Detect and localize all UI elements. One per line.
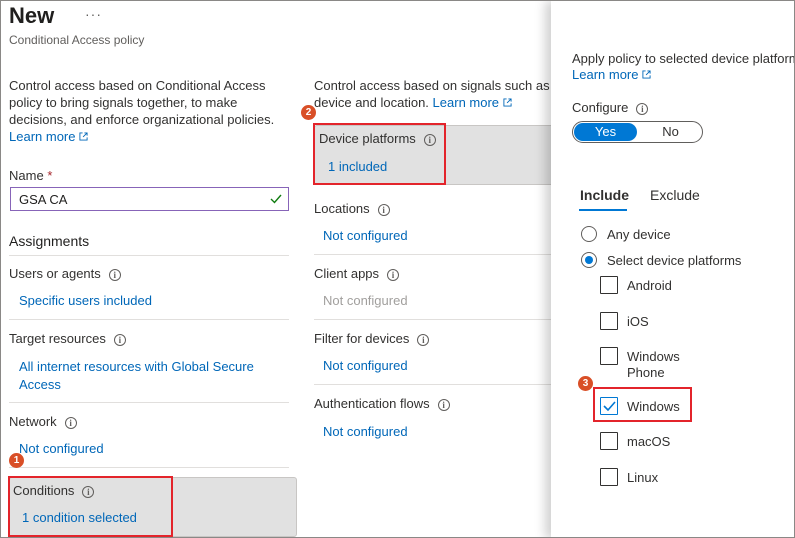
checkbox-windows-phone-label-line2: Phone bbox=[627, 365, 665, 380]
active-tab-indicator bbox=[579, 209, 627, 211]
filter-devices-label: Filter for devices i bbox=[314, 331, 430, 346]
left-description-text: Control access based on Conditional Acce… bbox=[9, 78, 275, 127]
info-icon[interactable]: i bbox=[387, 269, 400, 281]
configure-toggle[interactable]: Yes No bbox=[572, 121, 703, 143]
client-apps-label: Client apps i bbox=[314, 266, 400, 281]
users-value-link[interactable]: Specific users included bbox=[19, 293, 152, 308]
network-label-text: Network bbox=[9, 414, 57, 429]
radio-select-device-platforms-label: Select device platforms bbox=[607, 253, 742, 268]
policy-name-value: GSA CA bbox=[19, 192, 68, 207]
external-link-icon bbox=[642, 70, 652, 79]
middle-description-line2-wrap: device and location. Learn more bbox=[314, 94, 554, 111]
toggle-no-option[interactable]: No bbox=[639, 123, 702, 141]
client-apps-value: Not configured bbox=[323, 293, 408, 308]
valid-check-icon bbox=[270, 194, 282, 204]
checkbox-windows-phone[interactable] bbox=[600, 347, 618, 365]
policy-name-input[interactable]: GSA CA bbox=[10, 187, 289, 211]
configure-label-text: Configure bbox=[572, 100, 629, 115]
divider bbox=[9, 467, 289, 468]
name-label-text: Name bbox=[9, 168, 44, 183]
users-label-text: Users or agents bbox=[9, 266, 101, 281]
required-mark: * bbox=[47, 168, 53, 183]
auth-flows-label: Authentication flows i bbox=[314, 396, 450, 411]
checkbox-macos-label: macOS bbox=[627, 434, 671, 449]
checkbox-ios-label: iOS bbox=[627, 314, 649, 329]
middle-learn-more-link[interactable]: Learn more bbox=[433, 95, 512, 110]
radio-any-device-label: Any device bbox=[607, 227, 671, 242]
page-frame: New ··· Conditional Access policy Contro… bbox=[0, 0, 795, 538]
target-resources-label: Target resources i bbox=[9, 331, 126, 346]
step-badge-3: 3 bbox=[578, 376, 593, 391]
left-learn-more-link[interactable]: Learn more bbox=[9, 129, 89, 144]
step-badge-1: 1 bbox=[9, 453, 24, 468]
checkbox-android[interactable] bbox=[600, 276, 618, 294]
page-title: New bbox=[9, 3, 55, 28]
toggle-yes-option[interactable]: Yes bbox=[574, 123, 637, 141]
filter-devices-label-text: Filter for devices bbox=[314, 331, 410, 346]
info-icon[interactable]: i bbox=[437, 399, 450, 411]
target-resources-value-link[interactable]: All internet resources with Global Secur… bbox=[19, 358, 279, 394]
auth-flows-label-text: Authentication flows bbox=[314, 396, 430, 411]
checkbox-windows-phone-label-line1: Windows bbox=[627, 349, 680, 364]
checkbox-linux[interactable] bbox=[600, 468, 618, 486]
external-link-icon bbox=[503, 98, 512, 107]
auth-flows-value-link[interactable]: Not configured bbox=[323, 424, 408, 439]
checkbox-macos[interactable] bbox=[600, 432, 618, 450]
locations-value-link[interactable]: Not configured bbox=[323, 228, 408, 243]
network-value-link[interactable]: Not configured bbox=[19, 441, 104, 456]
divider bbox=[314, 384, 554, 385]
client-apps-label-text: Client apps bbox=[314, 266, 380, 281]
divider bbox=[9, 402, 289, 403]
middle-description-line1: Control access based on signals such as … bbox=[314, 78, 561, 93]
external-link-icon bbox=[79, 132, 89, 141]
middle-learn-more-label: Learn more bbox=[432, 95, 500, 110]
divider bbox=[9, 319, 289, 320]
target-resources-label-text: Target resources bbox=[9, 331, 106, 346]
highlight-box-device-platforms bbox=[313, 123, 446, 185]
info-icon[interactable]: i bbox=[113, 334, 126, 346]
middle-description-line2: device and location. bbox=[314, 95, 429, 110]
assignments-heading: Assignments bbox=[9, 233, 90, 249]
info-icon[interactable]: i bbox=[377, 204, 390, 216]
left-learn-more-label: Learn more bbox=[9, 129, 76, 144]
checkbox-linux-label: Linux bbox=[627, 470, 659, 485]
name-label: Name * bbox=[9, 168, 52, 183]
divider bbox=[314, 319, 554, 320]
filter-devices-value-link[interactable]: Not configured bbox=[323, 358, 408, 373]
info-icon[interactable]: i bbox=[636, 103, 649, 115]
checkbox-windows-phone-label: Windows Phone bbox=[627, 349, 680, 381]
page-subtitle: Conditional Access policy bbox=[9, 33, 145, 47]
info-icon[interactable]: i bbox=[64, 417, 77, 429]
tab-exclude[interactable]: Exclude bbox=[650, 187, 700, 203]
radio-select-device-platforms[interactable] bbox=[581, 252, 597, 268]
configure-label: Configure i bbox=[572, 100, 649, 115]
panel-learn-more-label: Learn more bbox=[572, 67, 639, 82]
step-badge-2: 2 bbox=[301, 105, 316, 120]
divider bbox=[9, 255, 289, 256]
checkbox-android-label: Android bbox=[627, 278, 672, 293]
panel-learn-more-link[interactable]: Learn more bbox=[572, 67, 652, 82]
left-description: Control access based on Conditional Acce… bbox=[9, 77, 284, 145]
highlight-box-conditions bbox=[8, 476, 173, 537]
panel-description: Apply policy to selected device platform bbox=[572, 51, 794, 66]
divider bbox=[314, 254, 554, 255]
radio-any-device[interactable] bbox=[581, 226, 597, 242]
network-label: Network i bbox=[9, 414, 77, 429]
highlight-box-windows bbox=[593, 387, 692, 422]
locations-label: Locations i bbox=[314, 201, 390, 216]
tab-include[interactable]: Include bbox=[580, 187, 629, 203]
info-icon[interactable]: i bbox=[108, 269, 121, 281]
info-icon[interactable]: i bbox=[417, 334, 430, 346]
checkbox-ios[interactable] bbox=[600, 312, 618, 330]
users-label: Users or agents i bbox=[9, 266, 121, 281]
locations-label-text: Locations bbox=[314, 201, 370, 216]
middle-description: Control access based on signals such as … bbox=[314, 77, 561, 111]
more-options-icon[interactable]: ··· bbox=[85, 6, 102, 22]
